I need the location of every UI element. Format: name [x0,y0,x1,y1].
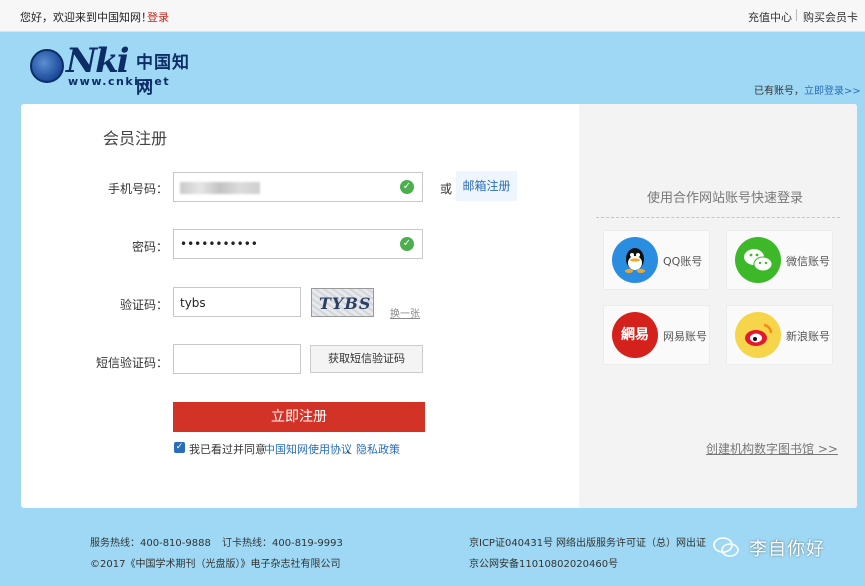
wechat-login-label: 微信账号 [786,255,830,268]
phone-input[interactable]: ✓ [173,172,423,202]
watermark: 李自你好 [713,532,848,564]
have-account-text: 已有账号， [754,86,804,97]
netease-glyph: 網易 [621,327,649,343]
register-button[interactable]: 立即注册 [173,402,425,432]
netease-icon: 網易 [612,312,658,358]
create-digital-library-link[interactable]: 创建机构数字图书馆 >> [706,440,838,457]
watermark-text: 李自你好 [749,539,825,560]
agree-checkbox[interactable]: ✓ [174,442,185,453]
netease-login-label: 网易账号 [663,330,707,343]
wechat-login-button[interactable]: 微信账号 [726,230,833,290]
weibo-icon [735,312,781,358]
topbar-divider [796,9,797,21]
logo-url: www.cnki.net [68,75,171,88]
email-register-link[interactable]: 邮箱注册 [456,171,517,201]
qq-login-label: QQ账号 [663,255,703,268]
wechat-icon [735,237,781,283]
weibo-login-button[interactable]: 新浪账号 [726,305,833,365]
agree-text: 我已看过并同意 [189,443,266,456]
top-bar: 您好，欢迎来到中国知网！ 登录 充值中心 购买会员卡 [0,0,865,32]
cnki-logo[interactable]: Nki 中国知网 www.cnki.net [28,41,203,98]
form-title: 会员注册 [103,129,168,148]
captcha-label: 验证码： [119,298,168,312]
weibo-login-label: 新浪账号 [786,330,830,343]
privacy-policy-link[interactable]: 隐私政策 [356,441,400,457]
recharge-center-link[interactable]: 充值中心 [748,9,792,25]
captcha-input[interactable]: tybs [173,287,301,317]
netease-login-button[interactable]: 網易 网易账号 [603,305,710,365]
publish-license-link[interactable]: 网络出版服务许可证（总）网出证 [556,534,706,549]
welcome-text: 您好，欢迎来到中国知网！ [20,11,152,24]
wechat-watermark-icon [713,537,739,557]
phone-value-blurred [180,182,260,194]
police-record-link[interactable]: 京公网安备11010802020460号 [469,555,618,570]
captcha-image-text: TYBS [319,294,372,313]
top-login-link[interactable]: 登录 [147,9,169,25]
sms-code-input[interactable] [173,344,301,374]
sms-code-label: 短信验证码： [95,356,168,370]
password-valid-check-icon: ✓ [400,237,414,251]
qq-login-button[interactable]: QQ账号 [603,230,710,290]
or-text: 或 [440,182,453,196]
captcha-value: tybs [180,296,206,310]
service-hotline: 服务热线：400-810-9888 [90,538,211,549]
qq-icon [612,237,658,283]
refresh-captcha-link[interactable]: 换一张 [390,305,420,320]
copyright-text: ©2017《中国学术期刊（光盘版）》电子杂志社有限公司 [90,559,341,570]
logo-chinese-name: 中国知网 [136,53,190,98]
order-hotline: 订卡热线：400-819-9993 [222,538,343,549]
captcha-image[interactable]: TYBS [311,288,374,317]
quick-login-divider [596,217,840,218]
quick-login-title: 使用合作网站账号快速登录 [647,191,804,206]
usage-agreement-link[interactable]: 中国知网使用协议 [264,441,352,457]
password-input[interactable]: ••••••••••• ✓ [173,229,423,259]
phone-valid-check-icon: ✓ [400,180,414,194]
login-now-link[interactable]: 立即登录>> [804,82,861,97]
globe-icon [30,49,64,83]
get-sms-code-button[interactable]: 获取短信验证码 [310,345,423,373]
buy-member-card-link[interactable]: 购买会员卡 [803,9,858,25]
icp-license-link[interactable]: 京ICP证040431号 [469,534,553,549]
password-label: 密码： [131,240,168,254]
password-value: ••••••••••• [180,237,258,251]
phone-label: 手机号码： [107,182,168,196]
